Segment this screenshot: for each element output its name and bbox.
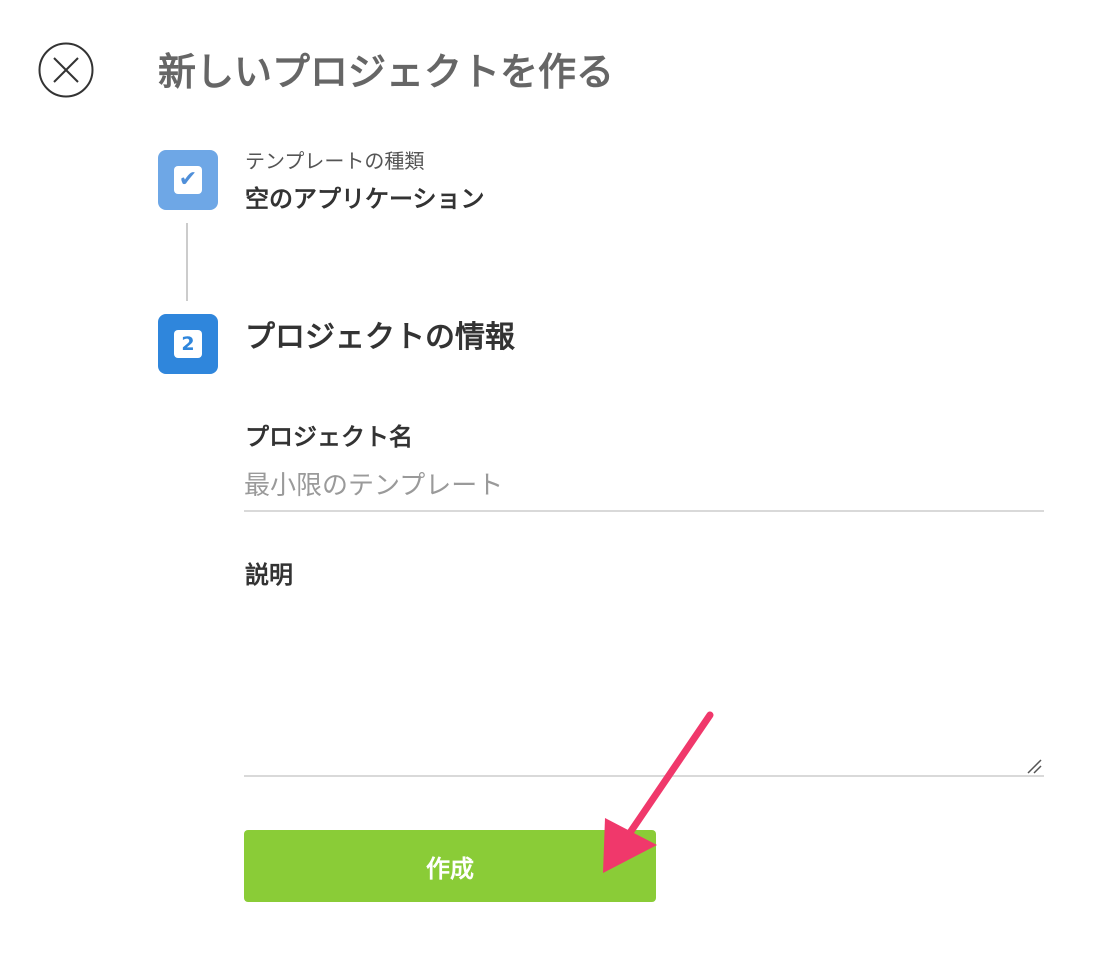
- project-name-label: プロジェクト名: [245, 423, 413, 451]
- step-1-value[interactable]: 空のアプリケーション: [245, 183, 485, 215]
- step-1-badge: ✔: [158, 150, 218, 210]
- description-label: 説明: [245, 561, 293, 589]
- check-icon: ✔: [174, 166, 202, 194]
- page-title: 新しいプロジェクトを作る: [158, 50, 615, 94]
- new-project-page: 新しいプロジェクトを作る ✔ テンプレートの種類 空のアプリケーション 2 プロ…: [0, 0, 1118, 960]
- step-2-title: プロジェクトの情報: [245, 320, 515, 355]
- step-1-caption: テンプレートの種類: [245, 149, 425, 173]
- step-connector-line: [186, 223, 188, 301]
- close-circle-icon: [38, 42, 94, 98]
- step-2-number: 2: [174, 330, 202, 358]
- resize-handle-icon[interactable]: [1026, 758, 1042, 774]
- project-name-input[interactable]: [244, 462, 1044, 512]
- description-textarea[interactable]: [244, 600, 1044, 777]
- close-button[interactable]: [38, 42, 94, 98]
- create-button[interactable]: 作成: [244, 830, 656, 902]
- step-2-badge: 2: [158, 314, 218, 374]
